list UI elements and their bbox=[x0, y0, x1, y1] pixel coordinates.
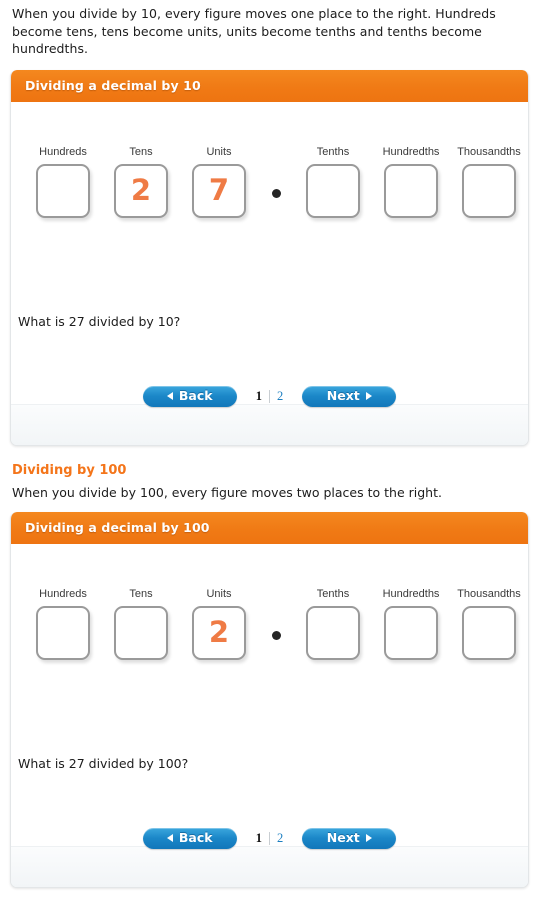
lesson-page: When you divide by 10, every figure move… bbox=[0, 5, 541, 922]
column-label: Hundredths bbox=[382, 587, 440, 600]
section-paragraph-dividing-by-100: When you divide by 100, every figure mov… bbox=[12, 484, 442, 500]
triangle-right-icon bbox=[365, 834, 372, 842]
digit-cell-hundreds[interactable] bbox=[36, 163, 90, 218]
page-number-link[interactable]: 2 bbox=[277, 389, 283, 404]
column-label: Thousandths bbox=[457, 587, 521, 600]
back-button-label: Back bbox=[178, 829, 213, 845]
page-number-link[interactable]: 2 bbox=[277, 831, 283, 846]
pagination-controls: Back 1 2 Next bbox=[11, 385, 528, 407]
column-label: Tenths bbox=[316, 587, 350, 600]
widget-title: Dividing a decimal by 100 bbox=[25, 520, 210, 535]
digit-value: 2 bbox=[130, 173, 152, 207]
place-value-column-tenths: Tenths bbox=[294, 588, 372, 660]
widget-body: Hundreds Tens 2 Units 7 Tenths Hundredth… bbox=[11, 101, 528, 407]
place-value-row: Hundreds Tens 2 Units 7 Tenths Hundredth… bbox=[24, 146, 528, 218]
place-value-column-tens: Tens 2 bbox=[102, 146, 180, 218]
place-value-column-units: Units 2 bbox=[180, 588, 258, 660]
digit-cell-thousandths[interactable] bbox=[462, 605, 516, 660]
digit-cell-thousandths[interactable] bbox=[462, 163, 516, 218]
intro-paragraph: When you divide by 10, every figure move… bbox=[12, 6, 496, 56]
digit-cell-tens[interactable] bbox=[114, 605, 168, 660]
digit-cell-tens[interactable]: 2 bbox=[114, 163, 168, 218]
digit-cell-tenths[interactable] bbox=[306, 163, 360, 218]
decimal-point-icon bbox=[271, 630, 281, 640]
page-number-current: 1 bbox=[255, 388, 262, 403]
column-label: Hundredths bbox=[382, 145, 440, 158]
column-label: Tenths bbox=[316, 145, 350, 158]
widget-body: Hundreds Tens Units 2 Tenths Hundredths … bbox=[11, 543, 528, 849]
page-number-current: 1 bbox=[255, 830, 262, 845]
pagination-controls: Back 1 2 Next bbox=[11, 827, 528, 849]
place-value-column-hundreds: Hundreds bbox=[24, 588, 102, 660]
back-button[interactable]: Back bbox=[142, 827, 237, 849]
column-label: Tens bbox=[129, 145, 153, 158]
column-label: Units bbox=[206, 587, 232, 600]
digit-value: 7 bbox=[208, 173, 230, 207]
decimal-point-column bbox=[258, 588, 294, 640]
digit-cell-hundredths[interactable] bbox=[384, 605, 438, 660]
widget-dividing-by-100: Dividing a decimal by 100 Hundreds Tens bbox=[10, 511, 529, 888]
triangle-left-icon bbox=[166, 392, 173, 400]
digit-value: 2 bbox=[208, 615, 230, 649]
decimal-point-icon bbox=[271, 188, 281, 198]
column-label: Thousandths bbox=[457, 145, 521, 158]
column-label: Tens bbox=[129, 587, 153, 600]
place-value-column-hundreds: Hundreds bbox=[24, 146, 102, 218]
widget-header: Dividing a decimal by 100 bbox=[11, 511, 528, 544]
decimal-point-column bbox=[258, 146, 294, 198]
column-label: Hundreds bbox=[39, 145, 87, 158]
next-button-label: Next bbox=[326, 829, 360, 845]
triangle-left-icon bbox=[166, 834, 173, 842]
digit-cell-tenths[interactable] bbox=[306, 605, 360, 660]
section-heading-dividing-by-100: Dividing by 100 bbox=[12, 462, 127, 478]
column-label: Units bbox=[206, 145, 232, 158]
widget-header: Dividing a decimal by 10 bbox=[11, 69, 528, 102]
page-number-separator bbox=[269, 831, 270, 845]
place-value-column-units: Units 7 bbox=[180, 146, 258, 218]
page-number-group: 1 2 bbox=[255, 830, 283, 846]
digit-cell-units[interactable]: 2 bbox=[192, 605, 246, 660]
back-button[interactable]: Back bbox=[142, 385, 237, 407]
widget-title: Dividing a decimal by 10 bbox=[25, 78, 201, 93]
page-number-group: 1 2 bbox=[255, 388, 283, 404]
widget-footer bbox=[11, 845, 528, 887]
widget-footer bbox=[11, 403, 528, 445]
back-button-label: Back bbox=[178, 387, 213, 403]
place-value-column-hundredths: Hundredths bbox=[372, 146, 450, 218]
widget-dividing-by-10: Dividing a decimal by 10 Hundreds Tens 2 bbox=[10, 69, 529, 446]
digit-cell-hundreds[interactable] bbox=[36, 605, 90, 660]
question-text: What is 27 divided by 10? bbox=[18, 313, 181, 329]
place-value-column-tenths: Tenths bbox=[294, 146, 372, 218]
page-number-separator bbox=[269, 389, 270, 403]
next-button[interactable]: Next bbox=[302, 385, 397, 407]
digit-cell-hundredths[interactable] bbox=[384, 163, 438, 218]
triangle-right-icon bbox=[365, 392, 372, 400]
question-text: What is 27 divided by 100? bbox=[18, 755, 189, 771]
place-value-column-hundredths: Hundredths bbox=[372, 588, 450, 660]
place-value-column-tens: Tens bbox=[102, 588, 180, 660]
place-value-row: Hundreds Tens Units 2 Tenths Hundredths … bbox=[24, 588, 528, 660]
next-button-label: Next bbox=[326, 387, 360, 403]
place-value-column-thousandths: Thousandths bbox=[450, 588, 528, 660]
digit-cell-units[interactable]: 7 bbox=[192, 163, 246, 218]
next-button[interactable]: Next bbox=[302, 827, 397, 849]
place-value-column-thousandths: Thousandths bbox=[450, 146, 528, 218]
column-label: Hundreds bbox=[39, 587, 87, 600]
